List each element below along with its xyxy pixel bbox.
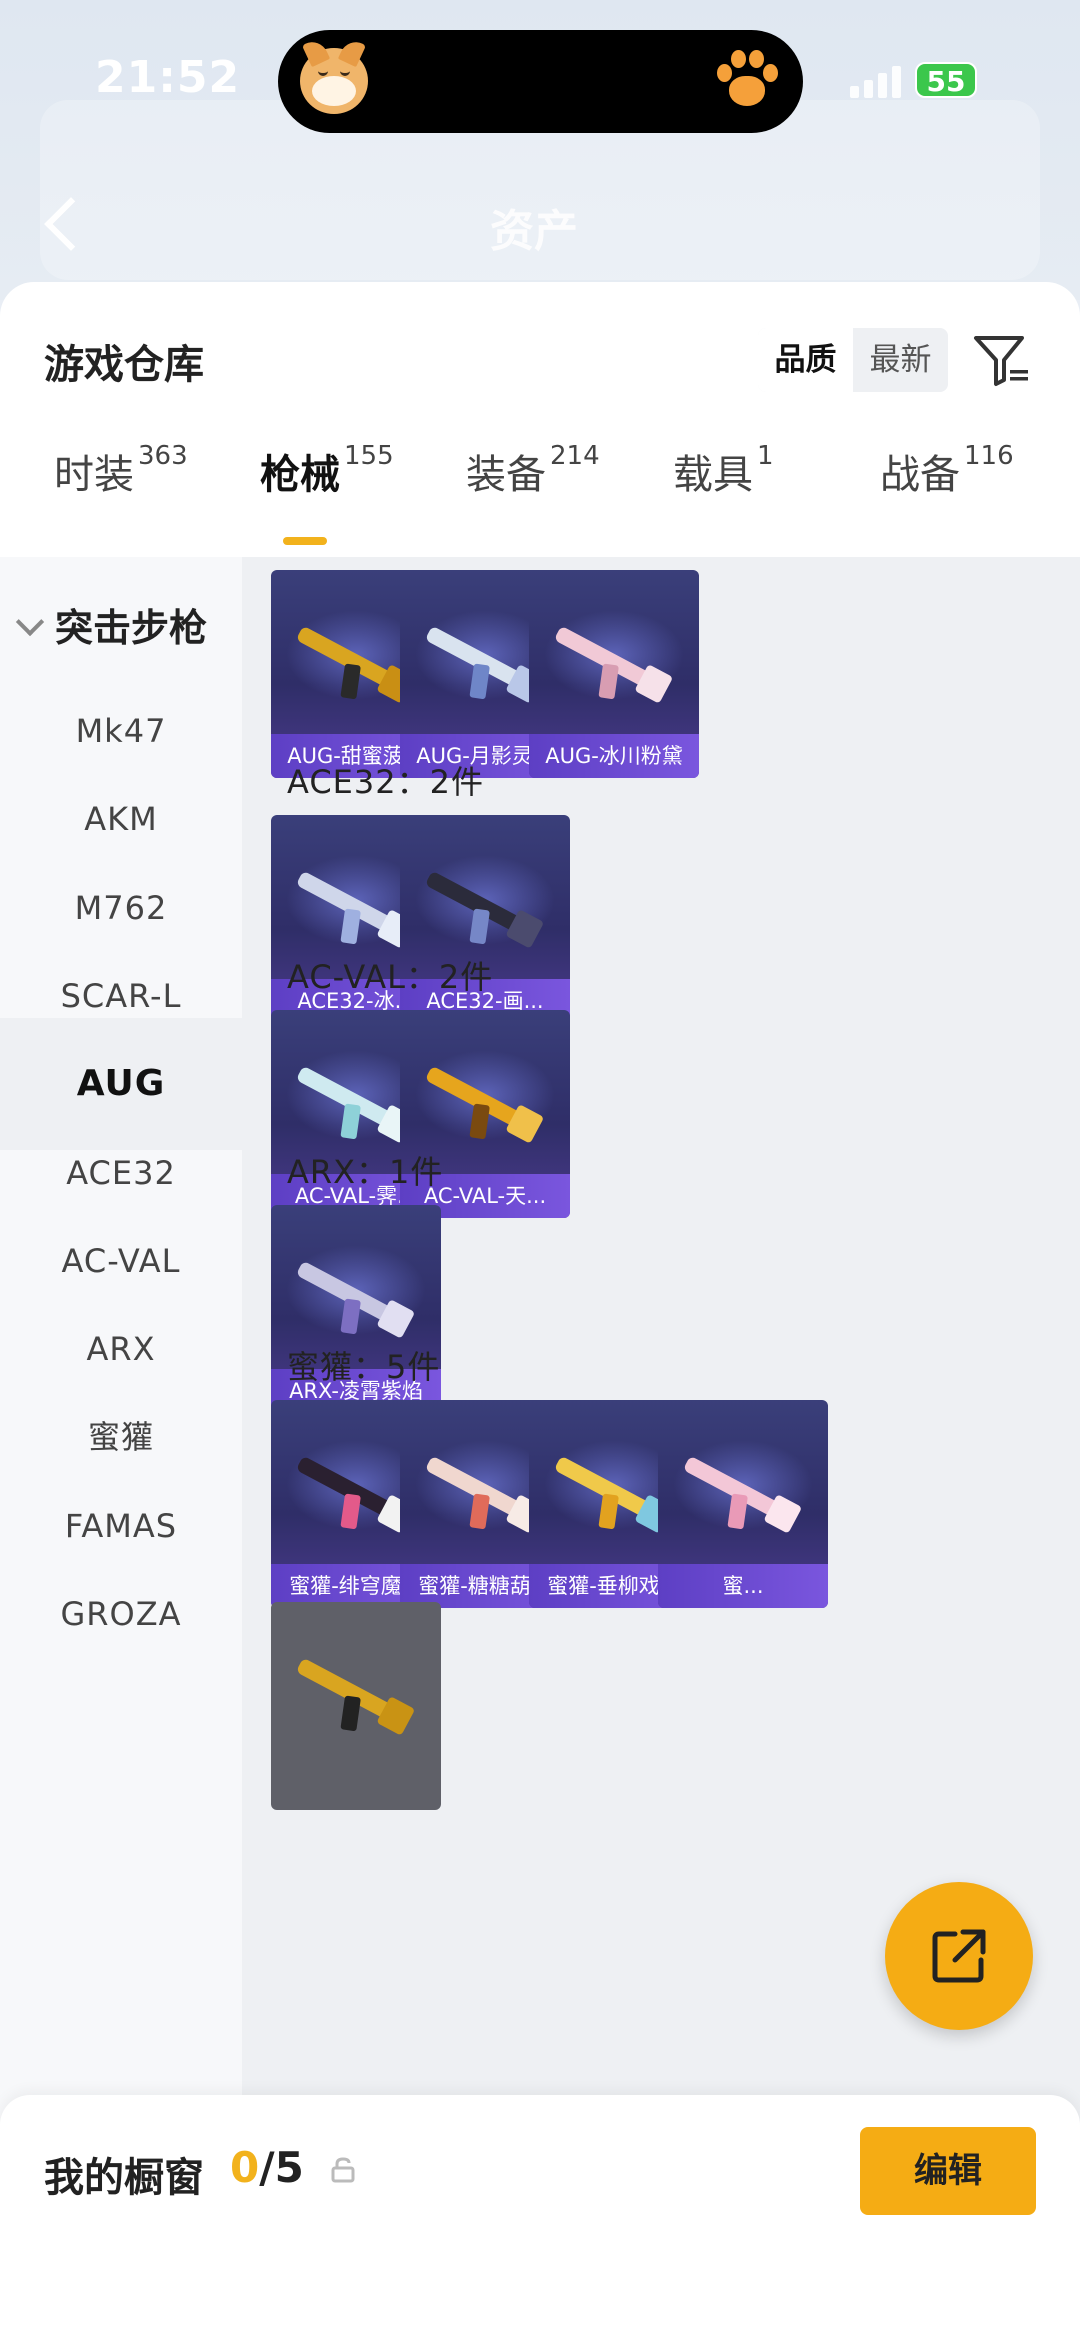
edit-button[interactable]: 编辑 — [860, 2127, 1036, 2215]
page-title: 资产 — [490, 206, 578, 257]
weapon-card[interactable]: 蜜... — [658, 1400, 828, 1608]
warehouse-panel: 游戏仓库 品质 最新 时装 363 枪械 155 装备 214 载具 1 战备 116 突… — [0, 282, 1080, 2341]
tab-label: 时装 — [54, 452, 134, 498]
filter-icon[interactable] — [972, 330, 1032, 390]
weapon-card[interactable] — [271, 1602, 441, 1810]
weapon-grid: AUG-甜蜜菠萝 AUG-月影灵韵 AUG-冰川粉黛 ACE32：2件 ACE32-冰.… — [242, 557, 1080, 2341]
tab-label: 枪械 — [260, 452, 340, 498]
category-tabs: 时装 363 枪械 155 装备 214 载具 1 战备 116 — [0, 432, 1080, 527]
chevron-down-icon — [15, 607, 45, 637]
battery-icon: 55 — [915, 62, 977, 98]
tab-count: 116 — [964, 440, 1014, 471]
external-link-icon — [932, 1929, 986, 1983]
tab-label: 载具 — [673, 452, 753, 498]
signal-icon — [850, 64, 910, 98]
tab-supplies[interactable]: 战备 116 — [880, 440, 1014, 500]
group-title: AC-VAL：2件 — [287, 958, 494, 996]
dynamic-island — [278, 30, 803, 133]
showcase-current: 0 — [230, 2143, 260, 2192]
status-time: 21:52 — [95, 52, 241, 103]
showcase-footer: 我的橱窗 0/5 编辑 — [0, 2095, 1080, 2341]
tab-count: 1 — [757, 440, 774, 471]
active-tab-indicator — [283, 537, 327, 545]
tab-label: 战备 — [880, 452, 960, 498]
panel-title: 游戏仓库 — [44, 342, 204, 388]
weapon-sidebar: 突击步枪 Mk47 AKM M762 SCAR-L AUG ACE32 AC-VAL ARX 蜜… — [0, 557, 242, 2341]
inventory-body: 突击步枪 Mk47 AKM M762 SCAR-L AUG ACE32 AC-VAL ARX 蜜… — [0, 557, 1080, 2341]
sort-toggle[interactable]: 品质 最新 — [758, 328, 948, 392]
shiba-dog-icon — [300, 48, 368, 114]
showcase-count: 0/5 — [230, 2143, 304, 2192]
tab-count: 363 — [138, 440, 188, 471]
tab-equipment[interactable]: 装备 214 — [466, 440, 600, 500]
rifle-icon — [282, 1636, 430, 1759]
paw-icon — [713, 48, 779, 114]
tab-vehicles[interactable]: 载具 1 — [673, 440, 774, 500]
group-title: ACE32：2件 — [287, 763, 484, 801]
showcase-total: /5 — [259, 2143, 304, 2192]
sidebar-item[interactable]: GROZA — [0, 1548, 242, 1680]
weapon-card[interactable]: AUG-冰川粉黛 — [529, 570, 699, 778]
sort-newest-button[interactable]: 最新 — [853, 328, 948, 392]
weapon-card-name: 蜜... — [658, 1564, 828, 1608]
group-title: 蜜獾：5件 — [287, 1348, 441, 1386]
lock-icon — [331, 2157, 355, 2183]
tab-firearms[interactable]: 枪械 155 — [260, 440, 394, 500]
tab-label: 装备 — [466, 452, 546, 498]
sort-quality-button[interactable]: 品质 — [758, 328, 853, 392]
sidebar-category-label: 突击步枪 — [55, 606, 208, 650]
back-arrow-icon[interactable] — [42, 195, 82, 250]
weapon-card-name: AUG-冰川粉黛 — [529, 734, 699, 778]
share-button[interactable] — [885, 1882, 1033, 2030]
group-title: ARX：1件 — [287, 1153, 444, 1191]
tab-fashion[interactable]: 时装 363 — [54, 440, 188, 500]
showcase-title: 我的橱窗 — [44, 2155, 204, 2201]
tab-count: 214 — [550, 440, 600, 471]
tab-count: 155 — [344, 440, 394, 471]
